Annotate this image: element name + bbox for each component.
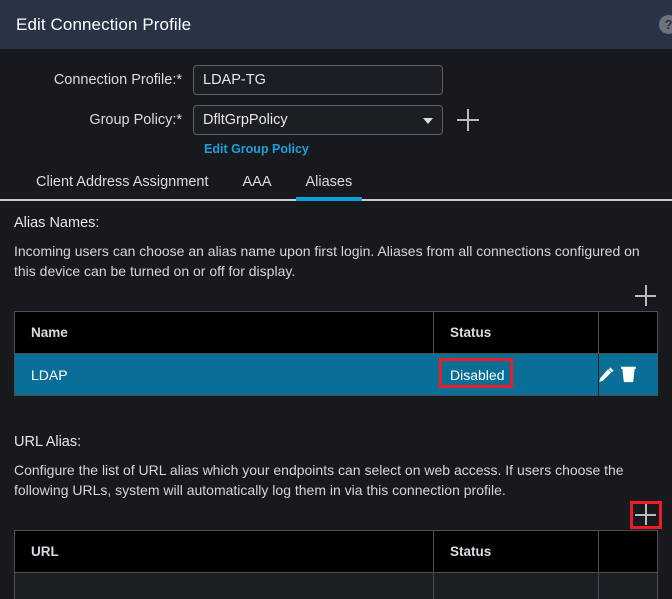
column-header-status: Status [434, 531, 599, 573]
group-policy-select[interactable]: DfltGrpPolicy [193, 105, 443, 135]
column-header-actions [599, 531, 658, 573]
pencil-icon[interactable] [598, 366, 615, 383]
table-header-row: Name Status [15, 312, 658, 354]
add-alias-button[interactable] [635, 285, 656, 306]
group-policy-label: Group Policy:* [0, 112, 193, 128]
profile-form: Connection Profile:* Group Policy:* Dflt… [0, 49, 672, 156]
table-row-empty [15, 573, 658, 599]
cell-url-status [434, 573, 599, 599]
connection-profile-row: Connection Profile:* [0, 65, 672, 95]
table-row[interactable]: LDAP Disabled [15, 354, 658, 396]
group-policy-row: Group Policy:* DfltGrpPolicy [0, 105, 672, 135]
status-badge: Disabled [450, 367, 504, 383]
group-policy-value: DfltGrpPolicy [203, 112, 288, 128]
url-alias-add-row [14, 504, 658, 530]
table-header-row: URL Status [15, 531, 658, 573]
alias-names-add-row [14, 285, 658, 311]
alias-names-section: Alias Names: Incoming users can choose a… [0, 215, 672, 396]
cell-alias-status: Disabled [434, 354, 599, 396]
column-header-actions [599, 312, 658, 354]
edit-group-policy-row: Edit Group Policy [0, 142, 672, 156]
tab-client-address-assignment[interactable]: Client Address Assignment [26, 174, 218, 199]
alias-names-title: Alias Names: [14, 215, 658, 231]
url-alias-section: URL Alias: Configure the list of URL ali… [0, 434, 672, 599]
cell-url [15, 573, 434, 599]
trash-icon[interactable] [620, 366, 637, 383]
tab-bar: Client Address Assignment AAA Aliases [0, 166, 672, 201]
tab-aliases[interactable]: Aliases [296, 174, 363, 199]
url-alias-table: URL Status [14, 530, 658, 599]
url-alias-description: Configure the list of URL alias which yo… [14, 460, 658, 500]
cell-alias-name: LDAP [15, 354, 434, 396]
add-group-policy-button[interactable] [457, 109, 479, 131]
url-alias-title: URL Alias: [14, 434, 658, 450]
cell-alias-actions [599, 354, 658, 396]
alias-names-table: Name Status LDAP Disabled [14, 311, 658, 396]
tab-aaa[interactable]: AAA [232, 174, 281, 199]
cell-url-actions [599, 573, 658, 599]
column-header-status: Status [434, 312, 599, 354]
connection-profile-label: Connection Profile:* [0, 72, 193, 88]
annotation-box-add-url-alias [630, 501, 662, 529]
connection-profile-input[interactable] [193, 65, 443, 95]
dialog-titlebar: Edit Connection Profile ? [0, 0, 672, 49]
alias-names-description: Incoming users can choose an alias name … [14, 241, 658, 281]
help-circle-icon[interactable]: ? [659, 15, 672, 34]
column-header-url: URL [15, 531, 434, 573]
chevron-down-icon[interactable] [423, 118, 433, 124]
edit-group-policy-link[interactable]: Edit Group Policy [204, 142, 309, 156]
column-header-name: Name [15, 312, 434, 354]
page-title: Edit Connection Profile [16, 15, 191, 35]
